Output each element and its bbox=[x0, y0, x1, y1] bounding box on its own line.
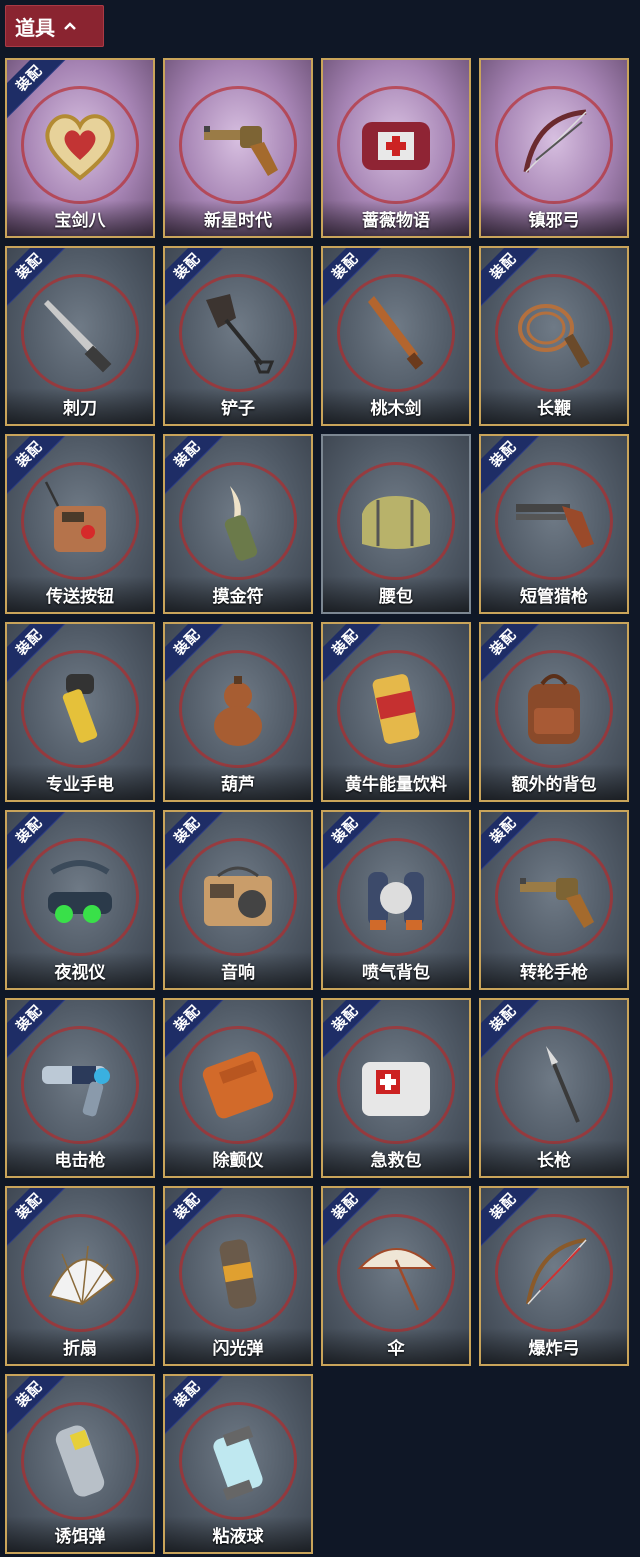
item-card[interactable]: 装配 葫芦 bbox=[163, 622, 313, 802]
item-card[interactable]: 装配 专业手电 bbox=[5, 622, 155, 802]
item-grid: 装配 宝剑八 新星时代 蔷薇物语 镇邪弓 装配 刺刀 装配 铲子 装配 桃木剑 装配 长鞭 装配 传送按钮装… bbox=[5, 58, 629, 1554]
item-name: 黄牛能量饮料 bbox=[323, 764, 469, 800]
item-name: 音响 bbox=[165, 952, 311, 988]
item-card[interactable]: 装配 音响 bbox=[163, 810, 313, 990]
item-card[interactable]: 蔷薇物语 bbox=[321, 58, 471, 238]
item-card[interactable]: 装配 桃木剑 bbox=[321, 246, 471, 426]
item-card[interactable]: 装配 粘液球 bbox=[163, 1374, 313, 1554]
gourd-icon bbox=[214, 676, 262, 746]
item-name: 短管猎枪 bbox=[481, 576, 627, 612]
energy-drink-icon bbox=[372, 674, 420, 744]
item-name: 新星时代 bbox=[165, 200, 311, 236]
stun-gun-icon bbox=[42, 1066, 110, 1117]
item-card[interactable]: 装配 摸金符 bbox=[163, 434, 313, 614]
item-name: 摸金符 bbox=[165, 576, 311, 612]
slime-capsule-icon bbox=[213, 1425, 263, 1501]
item-name: 诱饵弹 bbox=[7, 1516, 153, 1552]
heart-emblem-icon bbox=[45, 114, 115, 181]
item-card[interactable]: 装配 除颤仪 bbox=[163, 998, 313, 1178]
item-card[interactable]: 装配 喷气背包 bbox=[321, 810, 471, 990]
bayonet-icon bbox=[44, 300, 112, 373]
wooden-sword-icon bbox=[368, 296, 424, 370]
item-name: 夜视仪 bbox=[7, 952, 153, 988]
explosive-bow-icon bbox=[526, 1238, 587, 1305]
item-name: 葫芦 bbox=[165, 764, 311, 800]
item-name: 电击枪 bbox=[7, 1140, 153, 1176]
flashlight-icon bbox=[62, 674, 98, 743]
folding-fan-icon bbox=[48, 1245, 116, 1306]
item-name: 腰包 bbox=[323, 576, 469, 612]
item-name: 伞 bbox=[323, 1328, 469, 1364]
item-name: 蔷薇物语 bbox=[323, 200, 469, 236]
item-card[interactable]: 装配 长鞭 bbox=[479, 246, 629, 426]
item-name: 专业手电 bbox=[7, 764, 153, 800]
item-card[interactable]: 新星时代 bbox=[163, 58, 313, 238]
item-card[interactable]: 装配 折扇 bbox=[5, 1186, 155, 1366]
item-card[interactable]: 装配 夜视仪 bbox=[5, 810, 155, 990]
item-card[interactable]: 装配 转轮手枪 bbox=[479, 810, 629, 990]
shovel-icon bbox=[206, 294, 275, 374]
item-name: 铲子 bbox=[165, 388, 311, 424]
item-card[interactable]: 装配 宝剑八 bbox=[5, 58, 155, 238]
radio-icon bbox=[204, 866, 272, 926]
item-card[interactable]: 装配 传送按钮 bbox=[5, 434, 155, 614]
item-card[interactable]: 装配 诱饵弹 bbox=[5, 1374, 155, 1554]
bow-icon bbox=[523, 109, 587, 173]
item-card[interactable]: 装配 电击枪 bbox=[5, 998, 155, 1178]
item-card[interactable]: 装配 长枪 bbox=[479, 998, 629, 1178]
item-name: 宝剑八 bbox=[7, 200, 153, 236]
first-aid-box-icon bbox=[362, 122, 430, 170]
item-card[interactable]: 装配 铲子 bbox=[163, 246, 313, 426]
whip-icon bbox=[518, 304, 590, 369]
item-card[interactable]: 装配 急救包 bbox=[321, 998, 471, 1178]
item-name: 喷气背包 bbox=[323, 952, 469, 988]
remote-button-icon bbox=[44, 481, 106, 552]
revolver-icon bbox=[204, 126, 278, 176]
item-name: 额外的背包 bbox=[481, 764, 627, 800]
item-card[interactable]: 腰包 bbox=[321, 434, 471, 614]
item-name: 长枪 bbox=[481, 1140, 627, 1176]
items-category-toggle[interactable]: 道具 bbox=[5, 5, 104, 47]
item-name: 长鞭 bbox=[481, 388, 627, 424]
item-card[interactable]: 装配 黄牛能量饮料 bbox=[321, 622, 471, 802]
item-name: 急救包 bbox=[323, 1140, 469, 1176]
first-aid-kit-icon bbox=[362, 1062, 430, 1116]
item-name: 除颤仪 bbox=[165, 1140, 311, 1176]
item-name: 爆炸弓 bbox=[481, 1328, 627, 1364]
item-card[interactable]: 装配 爆炸弓 bbox=[479, 1186, 629, 1366]
category-title: 道具 bbox=[15, 17, 55, 40]
night-vision-icon bbox=[48, 860, 112, 923]
item-card[interactable]: 装配 短管猎枪 bbox=[479, 434, 629, 614]
item-card[interactable]: 镇邪弓 bbox=[479, 58, 629, 238]
item-card[interactable]: 装配伞 bbox=[321, 1186, 471, 1366]
item-card[interactable]: 装配 闪光弹 bbox=[163, 1186, 313, 1366]
jetpack-icon bbox=[368, 872, 424, 930]
talisman-icon bbox=[224, 486, 258, 561]
decoy-grenade-icon bbox=[55, 1425, 105, 1497]
backpack-icon bbox=[528, 674, 580, 744]
item-name: 粘液球 bbox=[165, 1516, 311, 1552]
item-card[interactable]: 装配 刺刀 bbox=[5, 246, 155, 426]
shotgun-icon bbox=[516, 504, 594, 548]
revolver-icon bbox=[520, 878, 594, 928]
item-name: 折扇 bbox=[7, 1328, 153, 1364]
item-name: 传送按钮 bbox=[7, 576, 153, 612]
item-name: 闪光弹 bbox=[165, 1328, 311, 1364]
item-name: 镇邪弓 bbox=[481, 200, 627, 236]
item-name: 转轮手枪 bbox=[481, 952, 627, 988]
item-card[interactable]: 装配 额外的背包 bbox=[479, 622, 629, 802]
spear-icon bbox=[546, 1046, 580, 1123]
waist-bag-icon bbox=[362, 496, 430, 549]
chevron-up-icon bbox=[64, 22, 76, 30]
flashbang-icon bbox=[219, 1239, 257, 1309]
defibrillator-icon bbox=[202, 1051, 274, 1119]
item-name: 刺刀 bbox=[7, 388, 153, 424]
umbrella-icon bbox=[357, 1248, 437, 1311]
item-name: 桃木剑 bbox=[323, 388, 469, 424]
